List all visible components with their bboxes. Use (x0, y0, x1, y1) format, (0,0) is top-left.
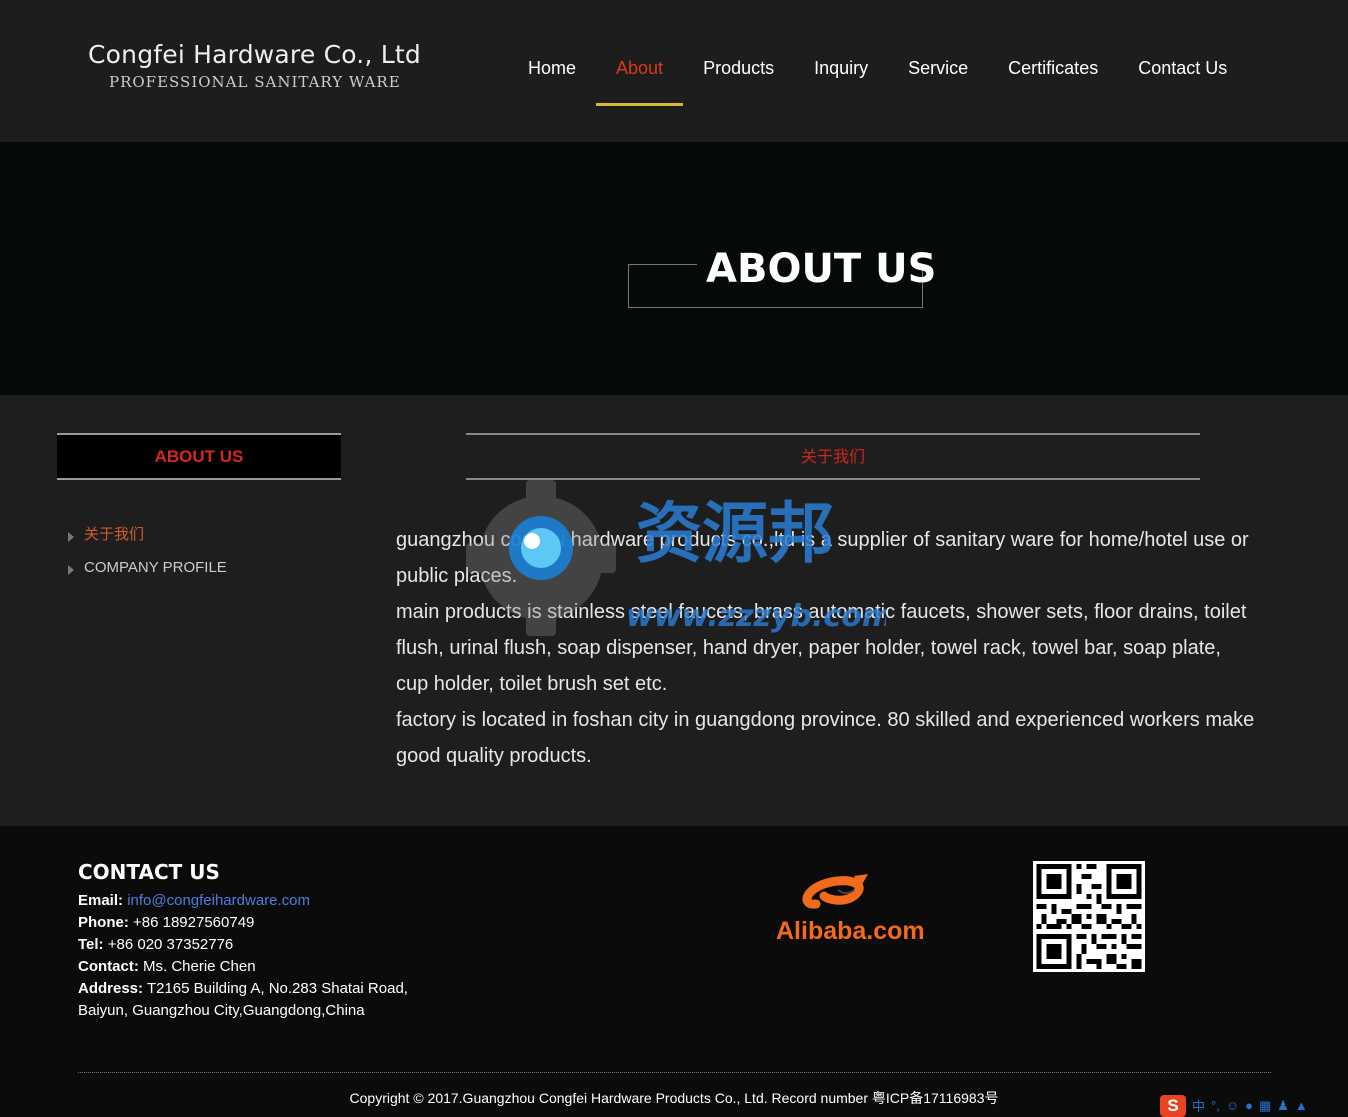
microphone-icon[interactable]: ● (1245, 1098, 1253, 1113)
ime-toolbar[interactable]: S 中 °, ☺ ● ▦ ♟ ▲ (1160, 1094, 1348, 1117)
nav-home[interactable]: Home (508, 34, 596, 106)
nav-products[interactable]: Products (683, 34, 794, 106)
nav-inquiry[interactable]: Inquiry (794, 34, 888, 106)
site-footer: CONTACT US Email: info@congfeihardware.c… (0, 826, 1348, 1117)
sidebar-item-about-cn[interactable]: 关于我们 (66, 524, 227, 557)
sidebar-item-label: COMPANY PROFILE (84, 559, 227, 576)
phone-label: Phone: (78, 914, 129, 931)
content-paragraph: factory is located in foshan city in gua… (396, 709, 1255, 767)
content-heading: 关于我们 (466, 433, 1200, 480)
content-paragraph: guangzhou congfei hardware products co.,… (396, 529, 1249, 587)
qr-code (1033, 861, 1145, 972)
emoji-icon[interactable]: ☺ (1226, 1098, 1239, 1113)
punctuation-icon[interactable]: °, (1211, 1098, 1220, 1113)
nav-certificates[interactable]: Certificates (988, 34, 1118, 106)
content-body: guangzhou congfei hardware products co.,… (396, 522, 1258, 774)
nav-service[interactable]: Service (888, 34, 988, 106)
sidebar-heading: ABOUT US (57, 433, 341, 480)
qr-code-icon (1036, 864, 1142, 969)
skin-icon[interactable]: ▲ (1295, 1098, 1308, 1113)
address-line: Address: T2165 Building A, No.283 Shatai… (78, 978, 408, 1000)
email-link[interactable]: info@congfeihardware.com (127, 892, 310, 909)
email-line: Email: info@congfeihardware.com (78, 890, 408, 912)
page-banner: ABOUT US (0, 142, 1348, 395)
logo-subtitle: PROFESSIONAL SANITARY WARE (109, 73, 401, 91)
contact-person-line: Contact: Ms. Cherie Chen (78, 956, 408, 978)
tel-value: +86 020 37352776 (107, 936, 234, 953)
phone-value: +86 18927560749 (133, 914, 255, 931)
copyright-text: Copyright © 2017.Guangzhou Congfei Hardw… (349, 1090, 999, 1106)
sidebar-item-label: 关于我们 (84, 526, 145, 543)
footer-divider (78, 1072, 1271, 1073)
contact-label: Contact: (78, 958, 139, 975)
tel-label: Tel: (78, 936, 104, 953)
address-line-2: Baiyun, Guangzhou City,Guangdong,China (78, 1002, 365, 1019)
logo-title: Congfei Hardware Co., Ltd (88, 40, 421, 69)
nav-about[interactable]: About (596, 34, 684, 106)
ime-mode-indicator[interactable]: 中 (1192, 1096, 1205, 1115)
sidebar-item-company-profile[interactable]: COMPANY PROFILE (66, 557, 227, 590)
main-nav: Home About Products Inquiry Service Cert… (508, 34, 1247, 106)
content-paragraph: main products is stainless steel faucets… (396, 601, 1247, 695)
nav-contact-us[interactable]: Contact Us (1118, 34, 1247, 106)
contact-title: CONTACT US (78, 860, 220, 884)
email-label: Email: (78, 892, 124, 909)
contact-block: CONTACT US Email: info@congfeihardware.c… (78, 860, 408, 1022)
site-logo[interactable]: Congfei Hardware Co., Ltd PROFESSIONAL S… (88, 40, 421, 91)
alibaba-wordmark: Alibaba.com (776, 917, 925, 945)
sogou-logo-icon[interactable]: S (1160, 1094, 1186, 1117)
alibaba-logo[interactable]: Alibaba.com (776, 866, 936, 946)
address-value: T2165 Building A, No.283 Shatai Road, (146, 980, 408, 997)
user-icon[interactable]: ♟ (1277, 1098, 1289, 1114)
phone-line: Phone: +86 18927560749 (78, 912, 408, 934)
banner-title: ABOUT US (706, 246, 937, 292)
keyboard-icon[interactable]: ▦ (1259, 1098, 1271, 1114)
address-label: Address: (78, 980, 144, 997)
contact-value: Ms. Cherie Chen (143, 958, 256, 975)
sidebar-menu: 关于我们 COMPANY PROFILE (66, 524, 227, 590)
triangle-right-icon (68, 532, 74, 542)
alibaba-logo-icon: Alibaba.com (776, 874, 925, 945)
triangle-right-icon (68, 565, 74, 575)
tel-line: Tel: +86 020 37352776 (78, 934, 408, 956)
site-header: Congfei Hardware Co., Ltd PROFESSIONAL S… (0, 0, 1348, 142)
